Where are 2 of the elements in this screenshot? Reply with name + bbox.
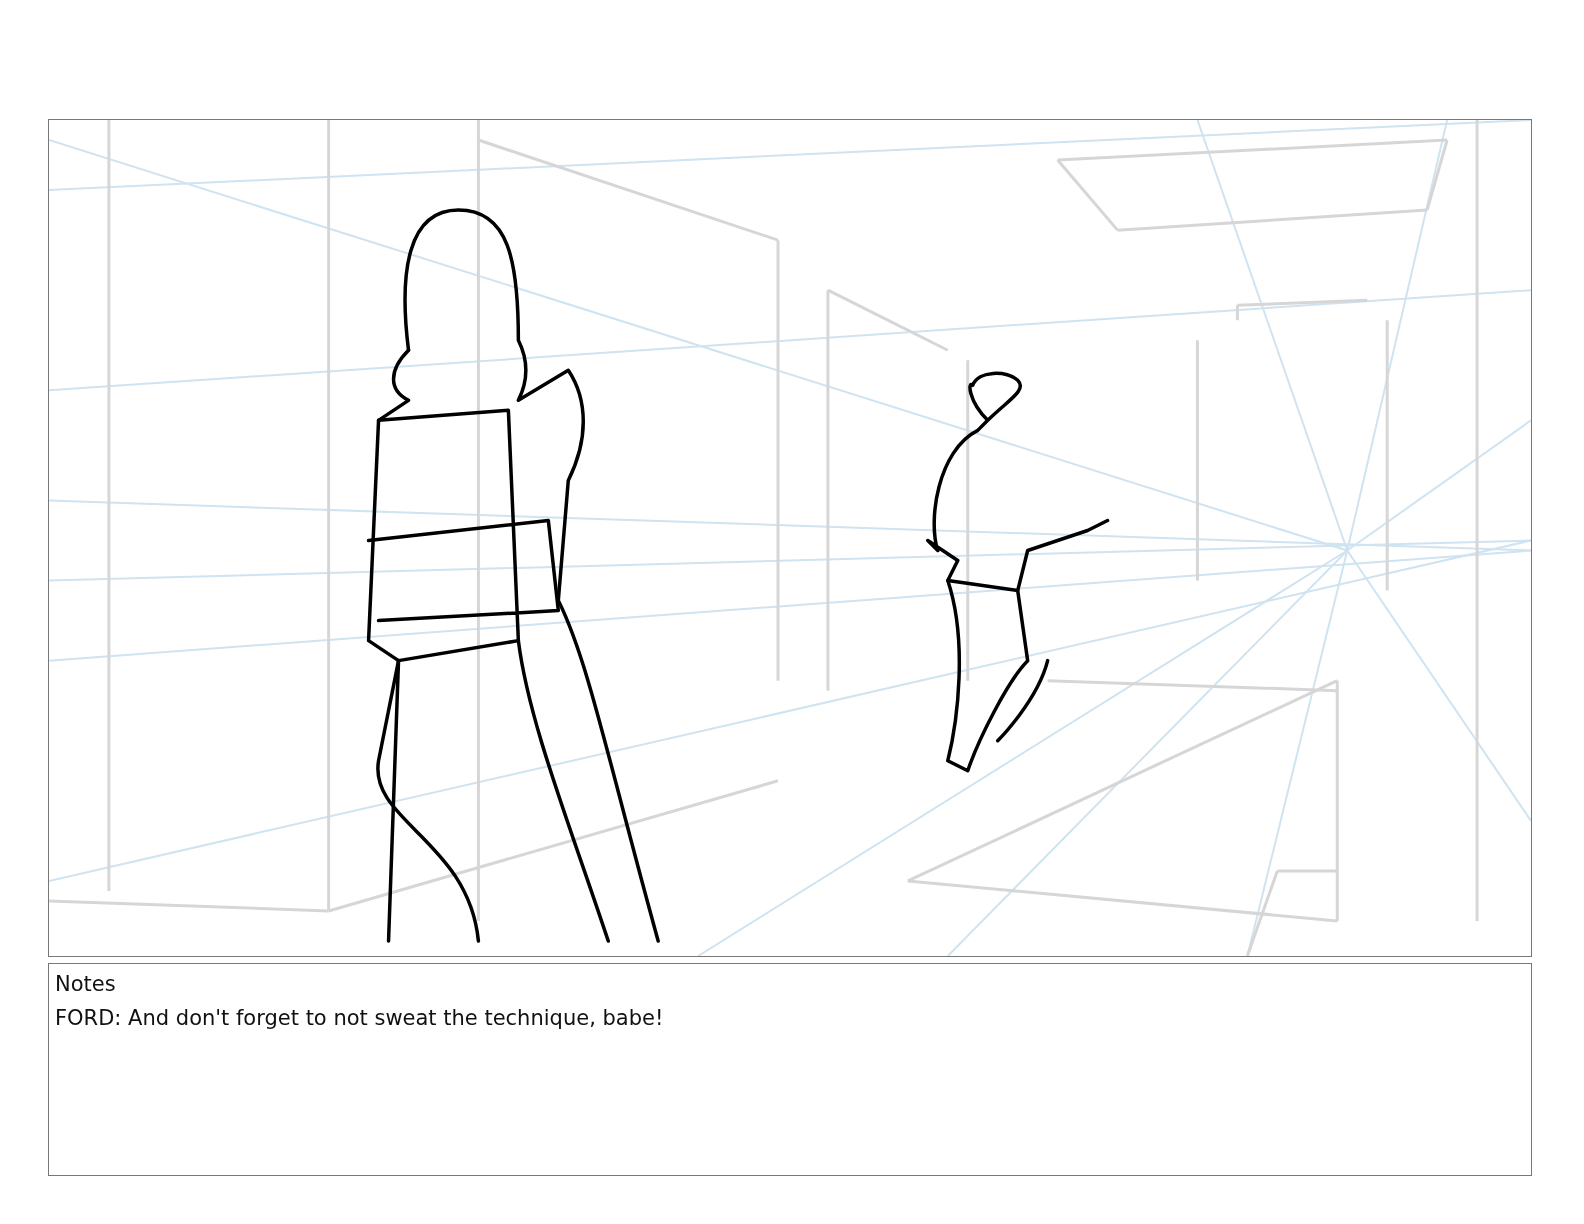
notes-label: Notes: [55, 972, 116, 996]
dialogue-text: FORD: And don't forget to not sweat the technique, babe!: [55, 1006, 664, 1030]
